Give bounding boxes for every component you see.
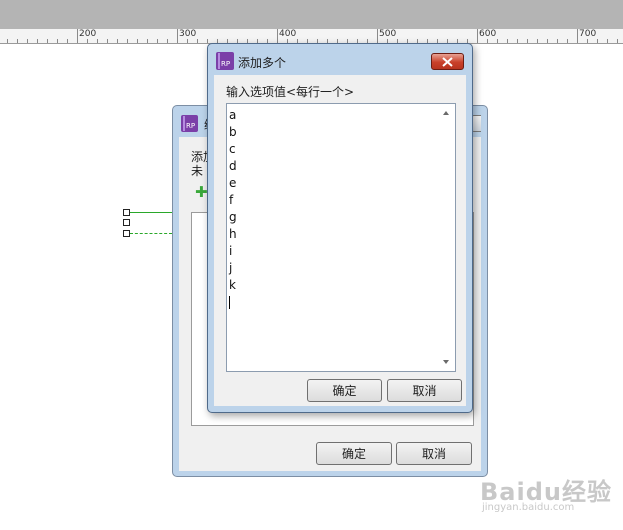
textarea-line: k [229, 278, 236, 292]
ruler-minor-tick [157, 39, 158, 43]
textarea-line: d [229, 159, 237, 173]
rp-app-icon: RP [216, 52, 234, 73]
ruler-minor-tick [137, 39, 138, 43]
svg-text:RP: RP [186, 122, 195, 130]
textarea-line: i [229, 244, 233, 258]
ruler-minor-tick [547, 39, 548, 43]
ruler-minor-tick [197, 39, 198, 43]
ruler-minor-tick [557, 39, 558, 43]
ruler-minor-tick [207, 39, 208, 43]
textarea-line: a [229, 108, 237, 122]
ruler-minor-tick [57, 39, 58, 43]
ruler-minor-tick [507, 39, 508, 43]
ruler-minor-tick [597, 39, 598, 43]
ruler-minor-tick [27, 39, 28, 43]
ruler-minor-tick [527, 39, 528, 43]
ruler-major-tick [577, 29, 578, 43]
ruler-minor-tick [517, 39, 518, 43]
ruler-minor-tick [17, 39, 18, 43]
options-textarea[interactable]: abcdefghijk [226, 103, 456, 372]
ruler-minor-tick [7, 39, 8, 43]
selection-handle-bottom[interactable] [123, 230, 130, 237]
plus-icon[interactable]: ✚ [195, 185, 208, 200]
ruler-major-tick [77, 29, 78, 43]
ruler-minor-tick [107, 39, 108, 43]
ruler-major-tick [377, 29, 378, 43]
ok-button[interactable]: 确定 [316, 442, 392, 465]
ruler-label: 500 [379, 29, 397, 39]
description-line-2: 未 [191, 164, 204, 178]
textarea-line: g [229, 210, 237, 224]
baidu-jingyan-watermark: Baidu经验 jingyan.baidu.com [480, 470, 620, 520]
scroll-up-arrow-icon[interactable] [443, 111, 449, 115]
ruler-minor-tick [67, 39, 68, 43]
ruler-label: 600 [479, 29, 497, 39]
close-button[interactable] [431, 53, 464, 70]
rp-app-icon: RP [181, 115, 198, 135]
ruler-minor-tick [47, 39, 48, 43]
textarea-line: e [229, 176, 237, 190]
textarea-line [229, 294, 237, 311]
close-icon [442, 56, 453, 67]
ruler-minor-tick [127, 39, 128, 43]
textarea-line: c [229, 142, 236, 156]
ruler-major-tick [177, 29, 178, 43]
widget-line-dashed [130, 233, 172, 234]
scroll-down-arrow-icon[interactable] [443, 360, 449, 364]
ruler-minor-tick [497, 39, 498, 43]
textarea-line: j [229, 261, 233, 275]
ruler-minor-tick [37, 39, 38, 43]
ok-button[interactable]: 确定 [307, 379, 382, 402]
ruler-minor-tick [537, 39, 538, 43]
watermark-url: jingyan.baidu.com [482, 502, 575, 513]
ruler-major-tick [477, 29, 478, 43]
ruler-minor-tick [87, 39, 88, 43]
input-prompt-label: 输入选项值<每行一个> [226, 85, 355, 99]
textarea-line: b [229, 125, 237, 139]
ruler-minor-tick [617, 39, 618, 43]
top-toolbar [0, 0, 623, 29]
textarea-line: h [229, 227, 237, 241]
horizontal-ruler: 200 300 400 500 600 700 [0, 29, 623, 44]
ruler-minor-tick [187, 39, 188, 43]
dialog-body: 输入选项值<每行一个> abcdefghijk 确定 取消 [214, 75, 466, 406]
ruler-minor-tick [567, 39, 568, 43]
add-multiple-dialog: RP 添加多个 输入选项值<每行一个> abcdefghijk 确定 取消 [207, 43, 473, 413]
text-caret [229, 296, 230, 309]
ruler-minor-tick [117, 39, 118, 43]
widget-line-solid [130, 212, 172, 213]
ruler-minor-tick [97, 39, 98, 43]
selection-handle-top[interactable] [123, 209, 130, 216]
ruler-minor-tick [607, 39, 608, 43]
ruler-label: 700 [579, 29, 597, 39]
ruler-label: 400 [279, 29, 297, 39]
cancel-button[interactable]: 取消 [396, 442, 472, 465]
ruler-major-tick [277, 29, 278, 43]
ruler-minor-tick [167, 39, 168, 43]
vertical-scrollbar[interactable] [438, 104, 455, 371]
ruler-minor-tick [147, 39, 148, 43]
textarea-line: f [229, 193, 234, 207]
selection-handle-middle[interactable] [123, 219, 130, 226]
cancel-button[interactable]: 取消 [387, 379, 462, 402]
ruler-label: 200 [79, 29, 97, 39]
svg-text:RP: RP [221, 60, 230, 68]
dialog-title: 添加多个 [238, 56, 287, 70]
ruler-minor-tick [487, 39, 488, 43]
ruler-minor-tick [587, 39, 588, 43]
ruler-label: 300 [179, 29, 197, 39]
